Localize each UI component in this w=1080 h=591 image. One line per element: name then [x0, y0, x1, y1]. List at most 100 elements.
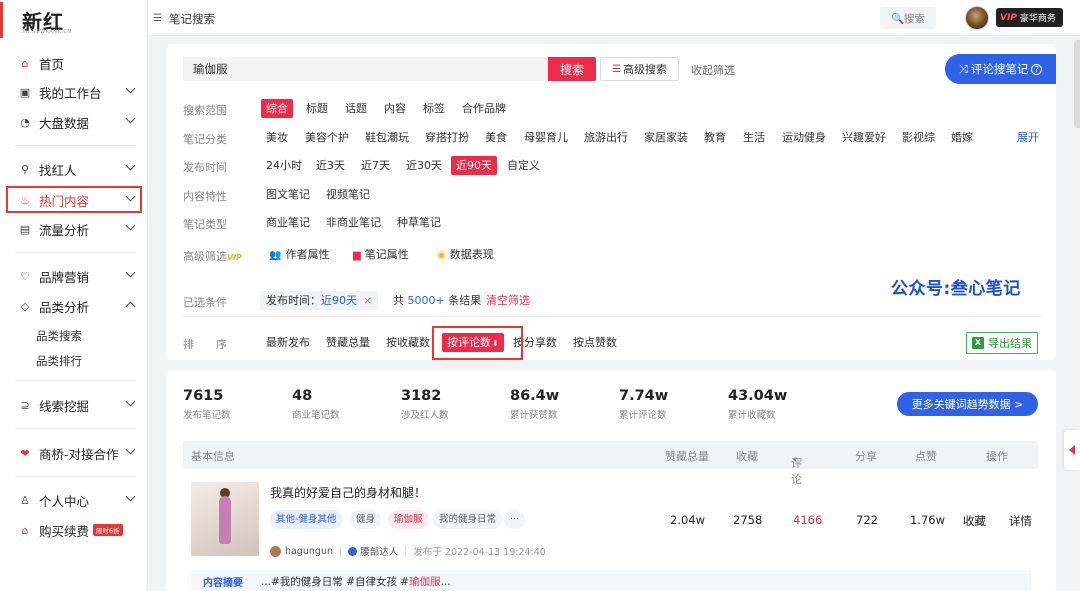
selected-chip-time[interactable]: 发布时间：近90天 × — [260, 291, 379, 310]
filter-row-category: 笔记分类 美妆 美容个护 鞋包潮玩 穿搭打扮 美食 母婴育儿 旅游出行 家居家装… — [183, 128, 1043, 148]
sidebar-item-home[interactable]: ⌂ 首页 — [6, 50, 142, 76]
author-icon: 👥 — [269, 250, 282, 261]
side-panel-toggle[interactable] — [1064, 430, 1080, 470]
author-attribute-filter[interactable]: 👥 作者属性 — [269, 245, 329, 264]
menu-toggle-icon[interactable]: ☰ — [153, 13, 162, 24]
filter-panel: 瑜伽服 搜索 ☰ 高级搜索 收起筛选 ⤨ 评论搜笔记 ? 搜索范围 综合 标题 … — [166, 44, 1056, 360]
advanced-option-label: 作者属性 — [285, 248, 330, 261]
sidebar-item-traffic-analysis[interactable]: ▤ 流量分析 — [6, 216, 142, 242]
category-option[interactable]: 婚嫁 — [951, 128, 973, 147]
category-option[interactable]: 家居家装 — [644, 128, 688, 147]
category-option[interactable]: 鞋包潮玩 — [365, 128, 409, 147]
comment-search-notes-button[interactable]: ⤨ 评论搜笔记 ? — [945, 54, 1056, 84]
scope-option[interactable]: 综合 — [261, 99, 293, 118]
data-performance-filter[interactable]: ◉ 数据表现 — [437, 245, 494, 264]
stat-value: 43.04w — [728, 388, 788, 404]
user-avatar[interactable] — [965, 6, 989, 30]
search-input[interactable]: 瑜伽服 — [183, 57, 549, 81]
sort-option-latest[interactable]: 最新发布 — [266, 333, 310, 352]
time-option[interactable]: 近90天 — [451, 156, 497, 175]
time-option[interactable]: 24小时 — [266, 156, 302, 175]
comment-search-label: 评论搜笔记 — [970, 62, 1029, 76]
column-header-shares[interactable]: 分享 — [855, 448, 877, 464]
chevron-down-icon — [125, 444, 136, 455]
sidebar-item-workbench[interactable]: ▣ 我的工作台 — [6, 79, 142, 105]
type-option[interactable]: 种草笔记 — [397, 213, 441, 232]
column-header-likes-collects[interactable]: 赞藏总量 — [665, 448, 709, 464]
sidebar-subitem-category-search[interactable]: 品类搜索 — [36, 328, 82, 344]
stat-caption: 发布笔记数 — [183, 410, 231, 421]
logo-subtitle: XH.NEWRANK.CN — [22, 29, 72, 35]
sidebar-item-lead-mining[interactable]: ⊇ 线索挖掘 — [6, 392, 142, 418]
note-tag[interactable]: 瑜伽服 — [388, 510, 429, 529]
sort-option-likes[interactable]: 按点赞数 — [573, 333, 617, 352]
scope-option[interactable]: 话题 — [345, 99, 367, 118]
stat-value: 7615 — [183, 388, 224, 404]
category-option[interactable]: 穿搭打扮 — [425, 128, 469, 147]
note-tag[interactable]: 我的健身日常 — [433, 510, 503, 529]
scope-option[interactable]: 标题 — [306, 99, 328, 118]
global-search-button[interactable]: 🔍搜索 — [880, 7, 936, 29]
export-results-button[interactable]: X 导出结果 — [966, 332, 1038, 354]
category-option[interactable]: 教育 — [704, 128, 726, 147]
category-option[interactable]: 美容个护 — [305, 128, 349, 147]
category-option[interactable]: 母婴育儿 — [524, 128, 568, 147]
advanced-search-button[interactable]: ☰ 高级搜索 — [600, 57, 679, 81]
expand-categories-link[interactable]: 展开 — [1017, 128, 1039, 147]
collapse-filters-link[interactable]: 收起筛选 — [691, 62, 735, 78]
author-name[interactable]: hagungun — [285, 546, 333, 557]
time-option[interactable]: 近7天 — [361, 156, 390, 175]
sidebar-item-category-analysis[interactable]: ◇ 品类分析 — [6, 293, 142, 319]
note-attribute-filter[interactable]: ▆ 笔记属性 — [353, 245, 409, 264]
search-button[interactable]: 搜索 — [548, 57, 596, 81]
detail-action-button[interactable]: 详情 — [1009, 513, 1032, 529]
scrollbar-thumb[interactable] — [1074, 40, 1080, 128]
advanced-option-label: 数据表现 — [449, 248, 494, 261]
scope-option[interactable]: 内容 — [384, 99, 406, 118]
time-option[interactable]: 自定义 — [507, 156, 540, 175]
note-title[interactable]: 我真的好爱自己的身材和腿！ — [270, 484, 426, 501]
note-tag[interactable]: 其他-健身其他 — [270, 510, 343, 529]
sidebar-item-dashboard[interactable]: ◔ 大盘数据 — [6, 109, 142, 135]
sidebar-item-label: 找红人 — [39, 162, 77, 178]
feature-option[interactable]: 视频笔记 — [326, 185, 370, 204]
column-header-likes[interactable]: 点赞 — [915, 448, 937, 464]
type-option[interactable]: 商业笔记 — [266, 213, 310, 232]
sidebar-item-business-bridge[interactable]: ❤ 商桥-对接合作 — [6, 440, 142, 466]
scope-option[interactable]: 标签 — [423, 99, 445, 118]
stat-value: 48 — [292, 388, 313, 404]
sort-option-collects[interactable]: 按收藏数 — [386, 333, 430, 352]
sort-option-likes-collects[interactable]: 赞藏总量 — [326, 333, 370, 352]
sidebar-item-purchase[interactable]: ⌂ 购买续费 限时6折 — [6, 517, 142, 543]
category-option[interactable]: 运动健身 — [782, 128, 826, 147]
type-option[interactable]: 非商业笔记 — [326, 213, 381, 232]
time-option[interactable]: 近30天 — [406, 156, 442, 175]
column-header-collects[interactable]: 收藏 — [736, 448, 758, 464]
category-option[interactable]: 美食 — [485, 128, 507, 147]
note-tag[interactable]: 健身 — [350, 510, 382, 529]
time-option[interactable]: 近3天 — [316, 156, 345, 175]
more-tags-button[interactable]: ··· — [504, 510, 526, 529]
collect-action-button[interactable]: 收藏 — [963, 513, 986, 529]
sidebar-item-brand-marketing[interactable]: ♡ 品牌营销 — [6, 263, 142, 289]
category-option[interactable]: 影视综 — [902, 128, 935, 147]
clear-filters-link[interactable]: 清空筛选 — [486, 291, 530, 310]
brand-icon: ♡ — [20, 269, 30, 283]
sidebar-subitem-category-ranking[interactable]: 品类排行 — [36, 353, 82, 369]
category-option[interactable]: 美妆 — [266, 128, 288, 147]
note-thumbnail[interactable] — [191, 482, 259, 556]
sidebar-item-find-influencer[interactable]: ⚲ 找红人 — [6, 156, 142, 182]
sidebar-item-label: 购买续费 — [39, 523, 90, 539]
vip-membership-badge[interactable]: VIP 豪华商务 — [996, 8, 1063, 27]
category-option[interactable]: 兴趣爱好 — [842, 128, 886, 147]
vip-tag: VIP — [227, 253, 243, 262]
sidebar-item-personal-center[interactable]: ♙ 个人中心 — [6, 487, 142, 513]
category-option[interactable]: 生活 — [743, 128, 765, 147]
close-icon[interactable]: × — [363, 294, 372, 307]
category-option[interactable]: 旅游出行 — [584, 128, 628, 147]
feature-option[interactable]: 图文笔记 — [266, 185, 310, 204]
author-avatar[interactable] — [270, 545, 281, 557]
more-keyword-trend-button[interactable]: 更多关键词趋势数据 > — [897, 392, 1038, 416]
logo[interactable]: 新红 XH.NEWRANK.CN — [0, 0, 148, 44]
scope-option[interactable]: 合作品牌 — [462, 99, 506, 118]
